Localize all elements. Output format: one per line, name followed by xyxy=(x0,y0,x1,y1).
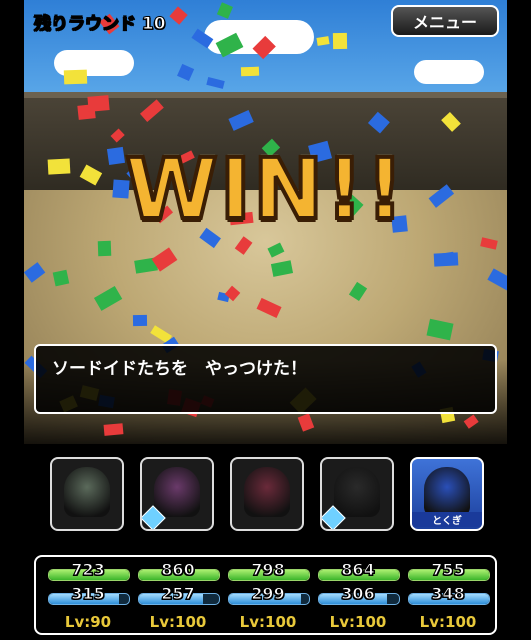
party-stat-column: 860 257 Lv:100 xyxy=(138,559,220,633)
party-stat-column: 723 315 Lv:90 xyxy=(48,559,130,633)
level-value: Lv:100 xyxy=(329,613,387,631)
tokugi-label: とくぎ xyxy=(412,512,482,527)
dark-golem-icon xyxy=(334,467,380,517)
cloud xyxy=(54,50,134,76)
party-stat-column: 798 299 Lv:100 xyxy=(228,559,310,633)
cloud xyxy=(204,20,314,54)
menu-button[interactable]: メニュー xyxy=(391,5,499,37)
party-member-card[interactable] xyxy=(230,457,304,531)
mp-value: 299 xyxy=(251,584,285,604)
iron-helmet-icon xyxy=(64,467,110,517)
hp-value: 798 xyxy=(251,560,285,580)
party-stat-column: 755 348 Lv:100 xyxy=(408,559,490,633)
hp-value: 723 xyxy=(71,560,105,580)
win-banner: WIN!! xyxy=(123,138,406,240)
party-stat-column: 864 306 Lv:100 xyxy=(318,559,400,633)
mp-value: 306 xyxy=(341,584,375,604)
battle-message-box: ソードイドたちを やっつけた！ xyxy=(34,344,497,414)
level-value: Lv:100 xyxy=(239,613,297,631)
party-member-card[interactable] xyxy=(320,457,394,531)
party-member-card[interactable]: とくぎ xyxy=(410,457,484,531)
level-value: Lv:90 xyxy=(64,613,112,631)
voodoo-doll-icon xyxy=(244,467,290,517)
battle-message: ソードイドたちを やっつけた！ xyxy=(52,359,307,379)
party-member-card[interactable] xyxy=(140,457,214,531)
level-value: Lv:100 xyxy=(149,613,207,631)
mp-value: 348 xyxy=(431,584,465,604)
arena-rail xyxy=(24,92,507,98)
level-value: Lv:100 xyxy=(419,613,477,631)
eye-demon-icon xyxy=(424,467,470,517)
hp-value: 755 xyxy=(431,560,465,580)
mp-value: 315 xyxy=(71,584,105,604)
cloud xyxy=(414,60,484,84)
hp-value: 860 xyxy=(161,560,195,580)
mp-value: 257 xyxy=(161,584,195,604)
witch-portrait-icon xyxy=(154,467,200,517)
party-portraits: とくぎ xyxy=(24,448,507,544)
party-member-card[interactable] xyxy=(50,457,124,531)
remaining-rounds-label: 残りラウンド 10 xyxy=(34,14,167,35)
hp-value: 864 xyxy=(341,560,375,580)
party-stats-panel: 723 315 Lv:90 860 257 Lv:100 798 299 Lv:100 864 30… xyxy=(34,555,497,635)
